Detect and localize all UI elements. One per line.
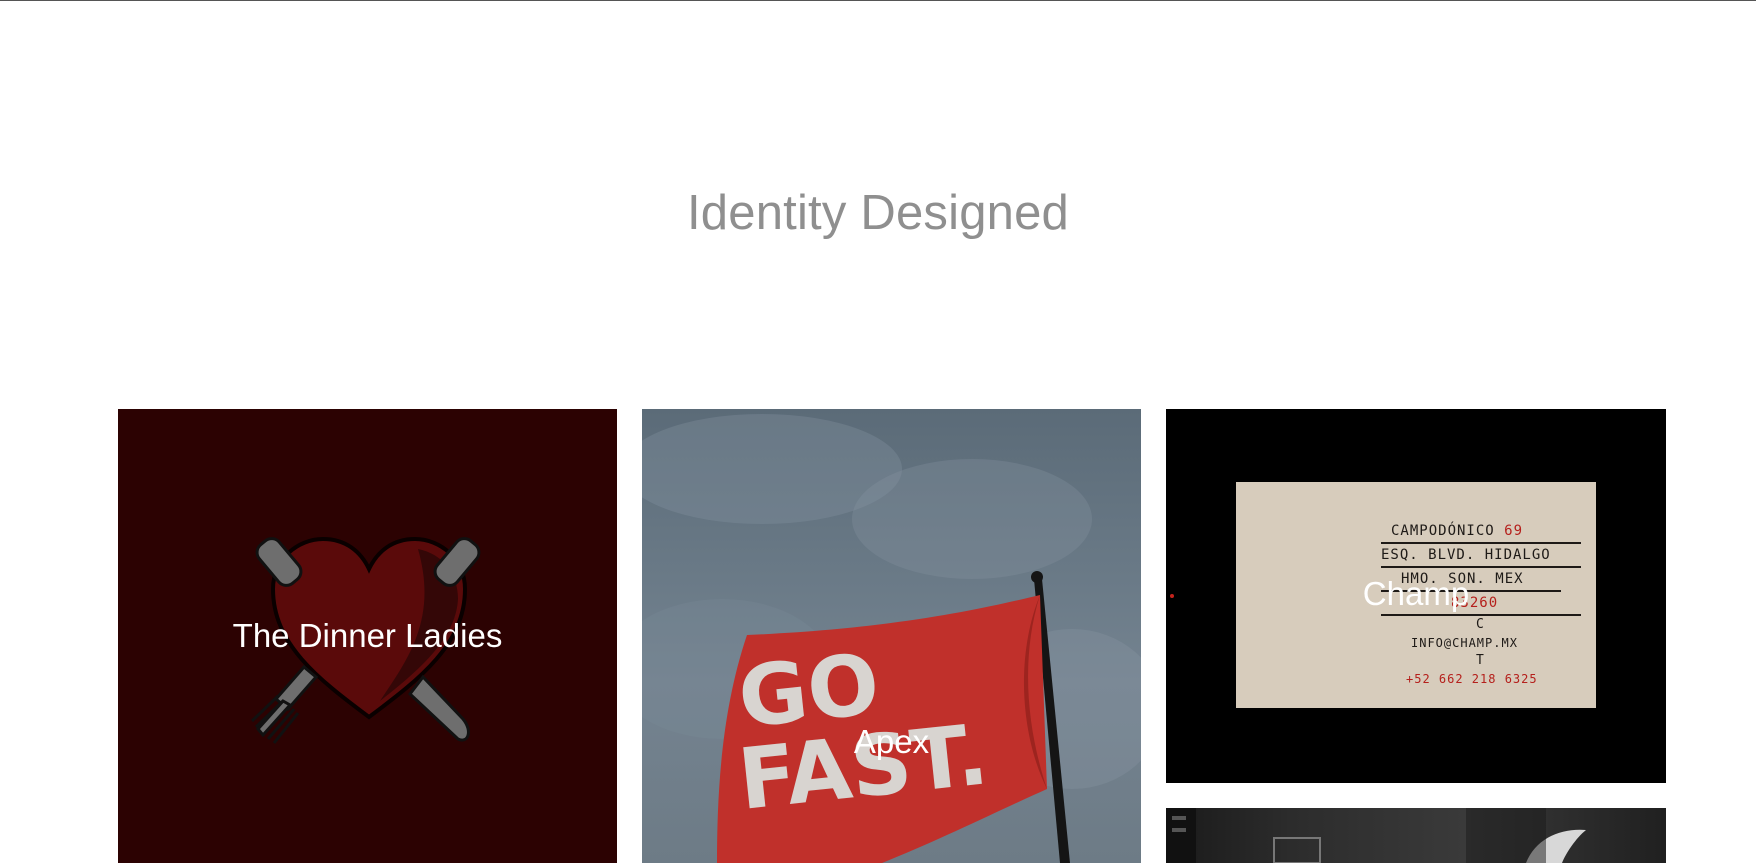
project-tile-champ[interactable]: CAMPODÓNICO 69 ESQ. BLVD. HIDALGO HMO. S… <box>1166 409 1666 783</box>
card-letter-c: C <box>1476 617 1485 632</box>
project-tile-partial[interactable] <box>1166 808 1666 863</box>
project-tile-dinner-ladies[interactable]: The Dinner Ladies <box>118 409 617 863</box>
partial-photo-icon <box>1166 808 1586 863</box>
project-title-apex[interactable]: Apex <box>642 722 1141 762</box>
card-letter-t: T <box>1476 653 1485 668</box>
card-line-1-number: 69 <box>1504 523 1524 539</box>
card-phone: +52 662 218 6325 <box>1406 672 1538 686</box>
project-grid: The Dinner Ladies GO FAST. Apex CAMPODÓN… <box>0 0 1756 863</box>
card-line-1: CAMPODÓNICO <box>1391 523 1495 539</box>
project-title-dinner-ladies[interactable]: The Dinner Ladies <box>118 616 617 656</box>
project-title-champ[interactable]: Champ <box>1166 574 1666 614</box>
card-email: INFO@CHAMP.MX <box>1411 636 1518 650</box>
project-tile-apex[interactable]: GO FAST. Apex <box>642 409 1141 863</box>
card-line-2: ESQ. BLVD. HIDALGO <box>1381 544 1581 568</box>
flag-photo-icon: GO FAST. <box>642 414 1141 863</box>
